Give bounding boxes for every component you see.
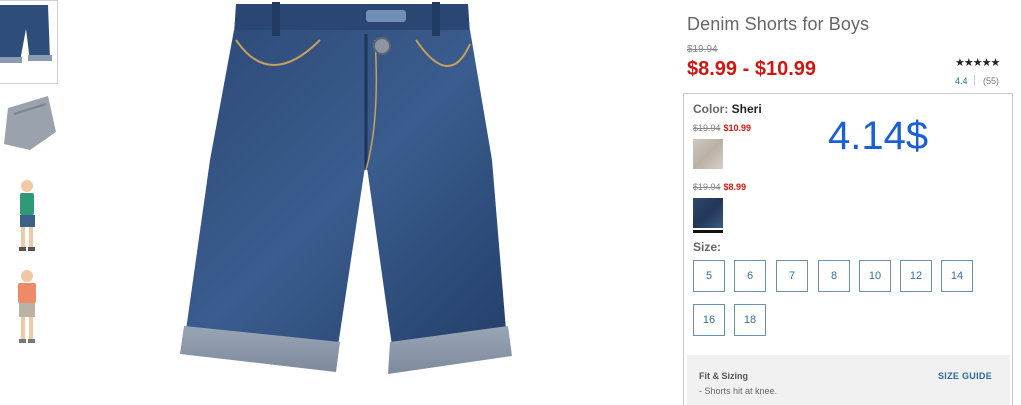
thumbnail-model-tee[interactable]: [0, 264, 58, 354]
fit-sizing-note: - Shorts hit at knee.: [699, 386, 778, 396]
rating-divider: [974, 75, 975, 86]
color-selected: Sheri: [731, 102, 762, 116]
color-label: Color:: [693, 102, 729, 116]
size-option[interactable]: 12: [900, 260, 932, 292]
size-option[interactable]: 10: [859, 260, 891, 292]
color-option-now-price: $8.99: [723, 182, 747, 192]
color-option-was-price: $19.94: [693, 182, 721, 192]
price-overlay-annotation: 4.14$: [828, 114, 929, 158]
color-option-now-price: $10.99: [723, 123, 752, 133]
size-option[interactable]: 6: [734, 260, 766, 292]
thumbnail-strip: [0, 0, 58, 405]
thumbnail-shorts-folded[interactable]: [0, 88, 58, 162]
selected-swatch-indicator: [693, 230, 723, 233]
fit-sizing-title: Fit & Sizing: [699, 371, 748, 381]
size-option[interactable]: 16: [693, 304, 725, 336]
size-option[interactable]: 8: [818, 260, 850, 292]
color-swatch-khaki[interactable]: [693, 139, 723, 169]
thumbnail-shorts-front[interactable]: [0, 0, 58, 84]
size-option[interactable]: 14: [941, 260, 973, 292]
color-option-price: $19.94 $10.99: [693, 123, 751, 133]
size-guide-link[interactable]: SIZE GUIDE: [938, 371, 992, 381]
color-option-was-price: $19.94: [693, 123, 721, 133]
size-option[interactable]: 18: [734, 304, 766, 336]
sale-price-range: $8.99 - $10.99: [687, 58, 816, 80]
size-option[interactable]: 5: [693, 260, 725, 292]
rating-stars[interactable]: ★★★★★: [955, 56, 1000, 69]
original-price: $19.94: [687, 44, 718, 55]
color-swatch-denim[interactable]: [693, 198, 723, 228]
rating-value[interactable]: 4.4: [955, 76, 968, 86]
size-option[interactable]: 7: [776, 260, 808, 292]
product-title: Denim Shorts for Boys: [687, 14, 870, 34]
product-main-image: [170, 0, 570, 390]
thumbnail-model-tank[interactable]: [0, 176, 58, 258]
color-option-price: $19.94 $8.99: [693, 182, 746, 192]
review-count[interactable]: (55): [983, 76, 999, 86]
color-heading: Color: Sheri: [693, 102, 762, 116]
size-heading: Size:: [693, 240, 722, 254]
